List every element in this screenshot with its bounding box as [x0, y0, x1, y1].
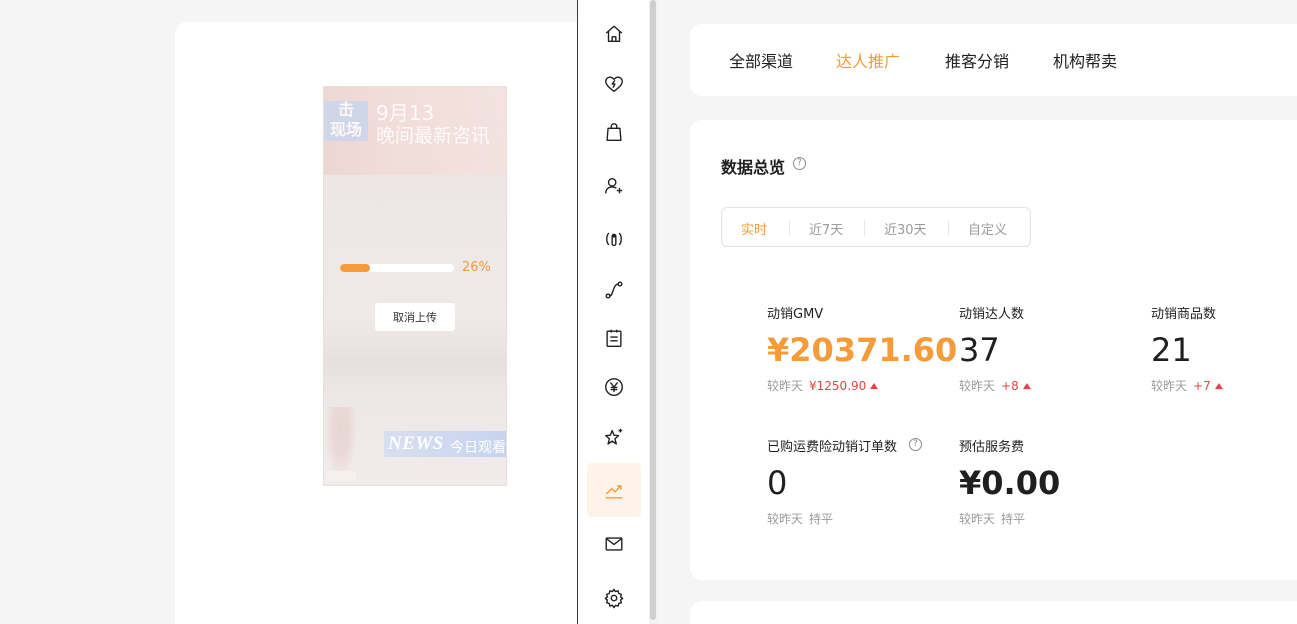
- metric-delta: ¥1250.90: [809, 379, 867, 393]
- clipboard-icon: [606, 329, 622, 347]
- video-badge-bottom: 现场: [329, 122, 362, 139]
- metric-compare: 较昨天 +8: [959, 377, 1139, 394]
- data-overview-card: 数据总览 ? 实时 近7天 近30天 自定义 动销GMV ¥20371.60 较…: [690, 120, 1297, 580]
- range-divider: [948, 220, 949, 236]
- user-sparkle-icon: [605, 177, 623, 194]
- compare-label: 较昨天: [959, 379, 996, 393]
- cancel-upload-button[interactable]: 取消上传: [375, 303, 455, 331]
- rail-item-favorites[interactable]: [587, 57, 641, 111]
- compare-label: 较昨天: [767, 379, 804, 393]
- channel-tabs: 全部渠道 达人推广 推客分销 机构帮卖: [690, 24, 1297, 96]
- mail-check-icon: [605, 537, 623, 551]
- metric-value: 21: [1151, 331, 1192, 369]
- video-news-logo: NEWS: [388, 433, 444, 454]
- route-icon: [605, 281, 623, 299]
- metric-label: 动销商品数: [1151, 307, 1217, 322]
- metric-compare: 较昨天 持平: [767, 510, 947, 527]
- tab-agency-selling[interactable]: 机构帮卖: [1053, 48, 1117, 72]
- video-overlay-headline: 晚间最新咨讯: [376, 125, 491, 147]
- gear-icon: [604, 588, 624, 609]
- icon-rail: [577, 0, 649, 624]
- metric-delta: 持平: [809, 512, 834, 526]
- metric-compare: 较昨天 持平: [959, 510, 1139, 527]
- tab-affiliate-distribution[interactable]: 推客分销: [945, 48, 1009, 72]
- metric-delta: 持平: [1001, 512, 1026, 526]
- metric-label: 已购运费险动销订单数: [767, 440, 898, 455]
- range-realtime[interactable]: 实时: [741, 219, 767, 238]
- metric-label: 预估服务费: [959, 440, 1025, 455]
- progress-percent: 26%: [462, 260, 491, 275]
- yen-coin-icon: [605, 378, 623, 396]
- metric-compare: 较昨天 +7: [1151, 377, 1297, 394]
- data-overview-title-text: 数据总览: [721, 158, 786, 177]
- metric-freight-insurance-orders: 已购运费险动销订单数 ? 0 较昨天 持平: [767, 436, 947, 527]
- rail-scrollbar-thumb[interactable]: [650, 0, 656, 620]
- shopping-bag-icon: [606, 123, 622, 141]
- metric-active-products: 动销商品数 21 较昨天 +7: [1151, 303, 1297, 394]
- range-30-days[interactable]: 近30天: [884, 219, 927, 238]
- compare-label: 较昨天: [767, 512, 804, 526]
- trend-up-icon: [1214, 383, 1223, 389]
- metric-delta: +8: [1001, 379, 1019, 393]
- rail-item-messages[interactable]: [587, 517, 641, 571]
- metric-value: ¥0.00: [959, 464, 1061, 502]
- metric-delta: +7: [1193, 379, 1211, 393]
- tab-all-channels[interactable]: 全部渠道: [729, 48, 793, 72]
- next-section-card: [690, 601, 1297, 624]
- range-custom[interactable]: 自定义: [968, 219, 1007, 238]
- rail-item-live[interactable]: [587, 212, 641, 266]
- trend-up-icon: [1022, 383, 1031, 389]
- metric-gmv: 动销GMV ¥20371.60 较昨天 ¥1250.90: [767, 303, 958, 394]
- metric-label-row: 已购运费险动销订单数 ?: [767, 436, 947, 455]
- rail-item-orders[interactable]: [587, 311, 641, 365]
- upload-progress: 26%: [340, 260, 510, 276]
- range-7-days[interactable]: 近7天: [809, 219, 843, 238]
- metric-active-creators: 动销达人数 37 较昨天 +8: [959, 303, 1139, 394]
- range-divider: [789, 220, 790, 236]
- metric-value: 0: [767, 464, 788, 502]
- data-overview-title: 数据总览: [721, 154, 785, 178]
- metric-value: 37: [959, 331, 1000, 369]
- rail-item-routes[interactable]: [587, 263, 641, 317]
- rail-item-home[interactable]: [587, 7, 641, 61]
- progress-fill: [340, 264, 370, 272]
- help-icon[interactable]: ?: [909, 438, 922, 451]
- star-sparkle-icon: [605, 428, 623, 445]
- rail-item-products[interactable]: [587, 105, 641, 159]
- rail-item-featured[interactable]: [587, 410, 641, 464]
- metric-compare: 较昨天 ¥1250.90: [767, 377, 947, 394]
- metric-value: ¥20371.60: [767, 331, 958, 369]
- video-badge: 击 现场: [324, 101, 368, 141]
- help-icon[interactable]: ?: [793, 157, 806, 170]
- trend-chart-icon: [605, 485, 623, 499]
- video-person: [326, 407, 356, 477]
- rail-item-analytics[interactable]: [587, 463, 641, 517]
- video-news-subtitle: 今日观看: [450, 440, 506, 456]
- trend-up-icon: [870, 383, 879, 389]
- rail-item-finance[interactable]: [587, 360, 641, 414]
- rail-item-creators[interactable]: [587, 159, 641, 213]
- live-broadcast-icon: [606, 232, 622, 247]
- metric-estimated-service-fee: 预估服务费 ¥0.00 较昨天 持平: [959, 436, 1139, 527]
- video-badge-top: 击: [337, 102, 354, 119]
- metric-label: 动销GMV: [767, 307, 824, 322]
- range-divider: [864, 220, 865, 236]
- heart-lightning-icon: [605, 76, 623, 93]
- video-preview: 击 现场 9月13 晚间最新咨讯 NEWS 今日观看: [323, 86, 507, 486]
- compare-label: 较昨天: [959, 512, 996, 526]
- compare-label: 较昨天: [1151, 379, 1188, 393]
- metric-label: 动销达人数: [959, 307, 1025, 322]
- rail-item-settings[interactable]: [587, 571, 641, 624]
- video-lower-box: [326, 471, 356, 481]
- rail-scrollbar[interactable]: [649, 0, 657, 624]
- home-icon: [605, 25, 623, 43]
- progress-track: [340, 264, 454, 272]
- time-range-selector: 实时 近7天 近30天 自定义: [721, 207, 1031, 247]
- tab-influencer-promotion[interactable]: 达人推广: [836, 48, 900, 72]
